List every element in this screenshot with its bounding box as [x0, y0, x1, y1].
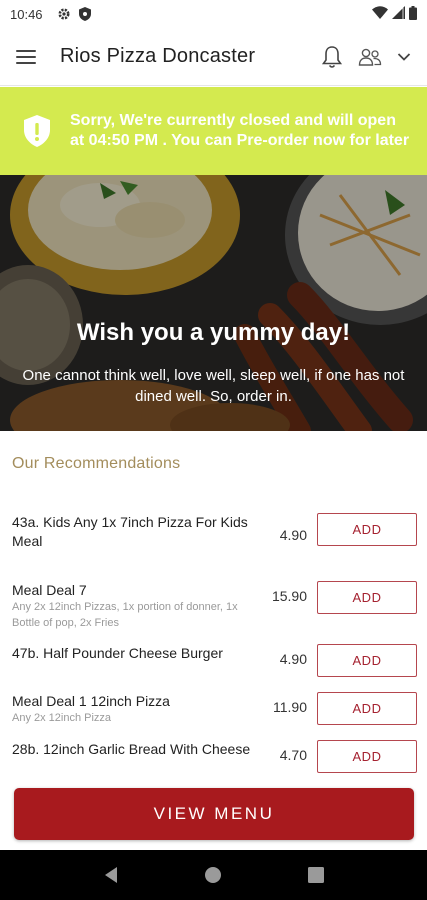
- bell-icon[interactable]: [321, 45, 343, 69]
- view-menu-button[interactable]: VIEW MENU: [14, 788, 414, 840]
- item-name: 47b. Half Pounder Cheese Burger: [12, 645, 223, 661]
- menu-icon[interactable]: [16, 45, 40, 69]
- item-price: 4.90: [279, 651, 307, 667]
- status-time: 10:46: [10, 6, 43, 22]
- signal-icon: [392, 6, 405, 22]
- wifi-icon: [372, 6, 388, 22]
- item-price: 4.90: [279, 527, 307, 543]
- status-bar: 10:46: [0, 0, 427, 28]
- add-button[interactable]: ADD: [317, 740, 417, 773]
- closed-notice-banner: Sorry, We're currently closed and will o…: [0, 87, 427, 175]
- hero-banner: Wish you a yummy day! One cannot think w…: [0, 175, 427, 431]
- hero-title: Wish you a yummy day!: [76, 319, 351, 346]
- chevron-down-icon[interactable]: [397, 52, 411, 62]
- section-title: Our Recommendations: [12, 455, 181, 472]
- item-price: 15.90: [271, 588, 307, 604]
- recents-icon[interactable]: [308, 867, 325, 883]
- shield-icon: [78, 7, 91, 21]
- item-description: Any 2x 12inch Pizza: [12, 712, 112, 724]
- alert-shield-icon: [24, 115, 50, 147]
- system-nav-bar: [0, 850, 427, 900]
- back-icon[interactable]: [103, 866, 119, 884]
- add-button[interactable]: ADD: [317, 692, 417, 725]
- item-name: 28b. 12inch Garlic Bread With Cheese: [12, 741, 251, 757]
- item-description: Any 2x 12inch Pizzas, 1x portion of donn…: [12, 601, 238, 629]
- add-button[interactable]: ADD: [317, 581, 417, 614]
- item-name: 43a. Kids Any 1x 7inch Pizza For Kids Me…: [12, 514, 248, 549]
- settings-icon: [57, 7, 71, 21]
- item-name: Meal Deal 7: [12, 582, 87, 598]
- add-button[interactable]: ADD: [317, 513, 417, 546]
- item-price: 11.90: [273, 699, 307, 715]
- restaurant-title: Rios Pizza Doncaster: [60, 45, 256, 67]
- battery-icon: [409, 5, 417, 23]
- closed-notice-text: Sorry, We're currently closed and will o…: [70, 112, 410, 149]
- item-name: Meal Deal 1 12inch Pizza: [12, 693, 170, 709]
- user-group-icon[interactable]: [357, 46, 383, 68]
- item-price: 4.70: [279, 747, 307, 763]
- hero-subtitle: One cannot think well, love well, sleep …: [22, 367, 405, 405]
- add-button[interactable]: ADD: [317, 644, 417, 677]
- home-icon[interactable]: [204, 866, 222, 884]
- app-header: Rios Pizza Doncaster: [0, 28, 427, 86]
